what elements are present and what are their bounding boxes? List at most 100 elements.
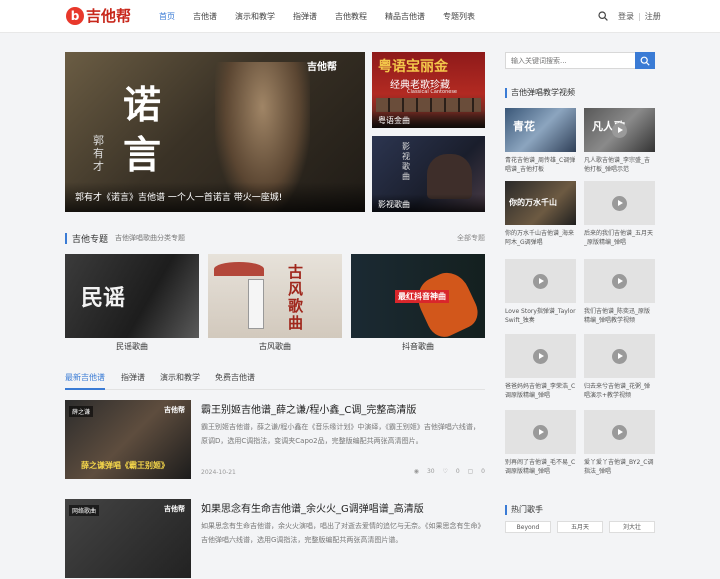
sidebar-search-button[interactable] <box>635 52 655 69</box>
tab-active-indicator <box>65 388 105 390</box>
singer-tag[interactable]: 五月天 <box>557 521 603 533</box>
logo-text: 吉他帮 <box>86 7 132 25</box>
article-thumbnail[interactable]: 薛之谦 吉他帮 薛之谦弹唱《霸王别姬》 <box>65 400 191 479</box>
topic-card-ancient[interactable]: 古风歌曲 古风歌曲 <box>208 254 342 354</box>
video-thumbnail[interactable] <box>584 410 655 454</box>
comment-icon: ▢ <box>467 468 474 475</box>
play-icon[interactable] <box>533 349 548 364</box>
tab-latest[interactable]: 最新吉他谱 <box>65 372 105 383</box>
hero-title-char1: 诺 <box>123 82 162 127</box>
nav-guitar-tabs[interactable]: 吉他谱 <box>184 0 226 33</box>
play-icon[interactable] <box>612 349 627 364</box>
article-thumbnail[interactable]: 网络歌曲 吉他帮 <box>65 499 191 578</box>
auth-links: 登录 | 注册 <box>618 0 661 33</box>
side-banner-cantonese[interactable]: 粤语宝丽金 经典老歌珍藏 Classical Cantonese 粤语金曲 <box>372 52 485 128</box>
video-overlay-text: 青花 <box>513 120 535 133</box>
hero-caption-bar: 郭有才《诺言》吉他谱 一个人一首诺言 带火一座城! <box>65 182 365 212</box>
topic-card-label[interactable]: 古风歌曲 <box>208 341 342 352</box>
hero-caption[interactable]: 郭有才《诺言》吉他谱 一个人一首诺言 带火一座城! <box>75 190 282 203</box>
video-card[interactable]: 后来的我们吉他谱_五月天_原版精编_弹唱 <box>584 181 655 255</box>
tab-fingerstyle[interactable]: 指弹谱 <box>121 372 145 383</box>
nav-home[interactable]: 首页 <box>150 0 184 33</box>
side-banner-caption-bar: 粤语金曲 <box>372 110 485 128</box>
video-card[interactable]: 我们吉他谱_陈奕迅_原版精编_弹唱教学视频 <box>584 259 655 333</box>
article-date: 2024-10-21 <box>201 469 236 476</box>
tab-demo[interactable]: 演示和教学 <box>160 372 200 383</box>
article-title[interactable]: 霸王别姬吉他谱_薛之谦/程小鑫_C调_完整高清版 <box>201 401 416 416</box>
video-card[interactable]: 爸爸妈妈吉他谱_李荣浩_C调原版精编_弹唱 <box>505 334 576 408</box>
play-icon[interactable] <box>612 425 627 440</box>
auth-divider: | <box>638 12 641 21</box>
article-excerpt: 霸王别姬吉他谱，薛之谦/程小鑫在《音乐缘计划》中演绎，《霸王别姬》吉他弹唱六线谱… <box>201 423 480 445</box>
video-caption[interactable]: 青花吉他谱_周传雄_C调弹唱谱_吉他打板 <box>505 156 576 174</box>
video-caption[interactable]: 你的万水千山吉他谱_海来阿木_G调弹唱 <box>505 229 576 247</box>
view-count: 30 <box>426 468 435 475</box>
side-banner-caption-bar: 影视歌曲 <box>372 194 485 212</box>
search-icon[interactable] <box>598 11 608 21</box>
video-caption[interactable]: 爱丫爱丫吉他谱_BY2_C调指法_弹唱 <box>584 458 655 476</box>
topic-card-label[interactable]: 抖音歌曲 <box>351 341 485 352</box>
section-accent <box>505 88 507 98</box>
video-card[interactable]: 别再闹了吉他谱_毛不易_C调原版精编_弹唱 <box>505 410 576 484</box>
video-card[interactable]: 你的万水千山 你的万水千山吉他谱_海来阿木_G调弹唱 <box>505 181 576 255</box>
side-banner-film[interactable]: 影视歌曲 影视歌曲 <box>372 136 485 212</box>
play-icon[interactable] <box>612 123 627 138</box>
video-card[interactable]: Love Story指弹谱_Taylor Swift_独奏 <box>505 259 576 333</box>
hero-title-char2: 言 <box>123 132 162 177</box>
sidebar-search-input[interactable] <box>505 52 635 69</box>
topics-more-link[interactable]: 全部专题 <box>457 233 485 243</box>
nav-premium-tabs[interactable]: 精品吉他谱 <box>376 0 434 33</box>
topic-card-label[interactable]: 民谣歌曲 <box>65 341 199 352</box>
video-thumbnail[interactable] <box>584 334 655 378</box>
video-caption[interactable]: 后来的我们吉他谱_五月天_原版精编_弹唱 <box>584 229 655 247</box>
tab-free[interactable]: 免费吉他谱 <box>215 372 255 383</box>
video-caption[interactable]: 凡人歌吉他谱_李宗盛_吉他打板_弹唱示范 <box>584 156 655 174</box>
topic-card-folk[interactable]: 民谣 民谣歌曲 <box>65 254 199 354</box>
hero-banner[interactable]: 诺 言 郭有才 吉他帮 郭有才《诺言》吉他谱 一个人一首诺言 带火一座城! <box>65 52 365 212</box>
video-thumbnail[interactable] <box>584 181 655 225</box>
nav-tutorials[interactable]: 吉他教程 <box>326 0 376 33</box>
video-caption[interactable]: Love Story指弹谱_Taylor Swift_独奏 <box>505 307 576 325</box>
site-logo[interactable]: b 吉他帮 <box>66 7 136 27</box>
singer-tag[interactable]: Beyond <box>505 521 551 533</box>
login-link[interactable]: 登录 <box>618 12 634 21</box>
article-tag: 网络歌曲 <box>69 505 100 516</box>
article-item[interactable]: 网络歌曲 吉他帮 如果思念有生命吉他谱_余火火_G调弹唱谱_高清版 如果思念有生… <box>65 499 485 579</box>
play-icon[interactable] <box>612 196 627 211</box>
video-card[interactable]: 青花 青花吉他谱_周传雄_C调弹唱谱_吉他打板 <box>505 108 576 182</box>
hero-watermark: 吉他帮 <box>307 62 337 73</box>
video-caption[interactable]: 我们吉他谱_陈奕迅_原版精编_弹唱教学视频 <box>584 307 655 325</box>
section-accent <box>505 505 507 515</box>
play-icon[interactable] <box>533 425 548 440</box>
video-thumbnail[interactable]: 青花 <box>505 108 576 152</box>
video-thumbnail[interactable] <box>505 334 576 378</box>
video-caption[interactable]: 爸爸妈妈吉他谱_李荣浩_C调原版精编_弹唱 <box>505 382 576 400</box>
nav-topics[interactable]: 专题列表 <box>434 0 484 33</box>
video-thumbnail[interactable] <box>505 259 576 303</box>
video-widget-header: 吉他弹唱教学视频 <box>505 87 655 99</box>
side-banner-caption: 粤语金曲 <box>378 116 410 125</box>
video-card[interactable]: 爱丫爱丫吉他谱_BY2_C调指法_弹唱 <box>584 410 655 484</box>
video-thumbnail[interactable] <box>584 259 655 303</box>
nav-demo-teaching[interactable]: 演示和教学 <box>226 0 284 33</box>
topic-card-image: 最红抖音神曲 <box>351 254 485 338</box>
video-thumbnail[interactable] <box>505 410 576 454</box>
play-icon[interactable] <box>533 274 548 289</box>
play-icon[interactable] <box>612 274 627 289</box>
video-thumbnail[interactable]: 凡人歌 <box>584 108 655 152</box>
video-thumbnail[interactable]: 你的万水千山 <box>505 181 576 225</box>
video-card[interactable]: 凡人歌 凡人歌吉他谱_李宗盛_吉他打板_弹唱示范 <box>584 108 655 182</box>
video-card[interactable]: 归去来兮吉他谱_花粥_弹唱演示+教学视频 <box>584 334 655 408</box>
heart-icon[interactable]: ♡ <box>443 468 448 475</box>
video-caption[interactable]: 归去来兮吉他谱_花粥_弹唱演示+教学视频 <box>584 382 655 400</box>
topic-card-douyin[interactable]: 最红抖音神曲 抖音歌曲 <box>351 254 485 354</box>
side-banner-title: 粤语宝丽金 <box>378 59 448 75</box>
logo-mark: b <box>66 7 84 25</box>
video-caption[interactable]: 别再闹了吉他谱_毛不易_C调原版精编_弹唱 <box>505 458 576 476</box>
register-link[interactable]: 注册 <box>645 12 661 21</box>
article-item[interactable]: 薛之谦 吉他帮 薛之谦弹唱《霸王别姬》 霸王别姬吉他谱_薛之谦/程小鑫_C调_完… <box>65 400 485 480</box>
nav-fingerstyle[interactable]: 指弹谱 <box>284 0 326 33</box>
topics-header: 吉他专题 吉他弹唱歌曲分类专题 全部专题 <box>65 232 485 246</box>
article-title[interactable]: 如果思念有生命吉他谱_余火火_G调弹唱谱_高清版 <box>201 500 424 515</box>
singer-tag[interactable]: 刘大壮 <box>609 521 655 533</box>
